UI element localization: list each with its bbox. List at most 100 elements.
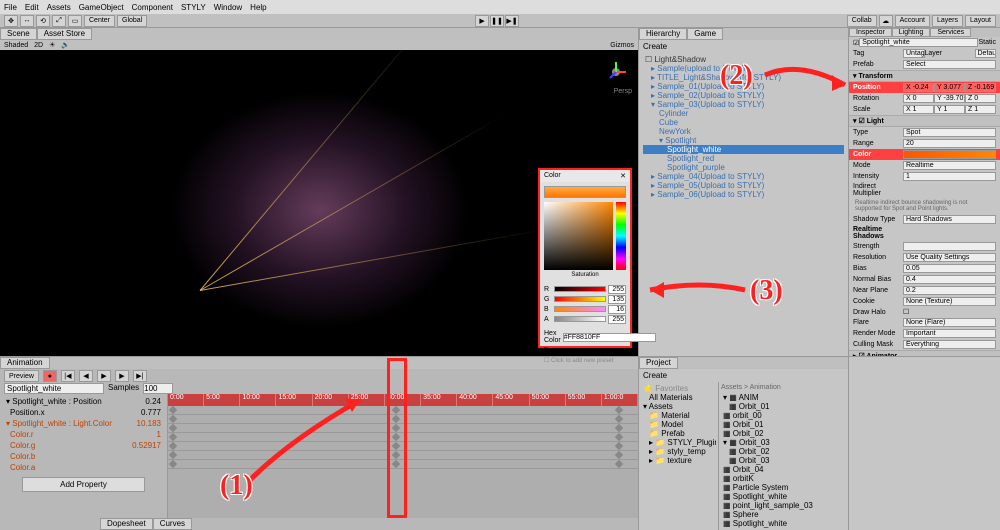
tab-project[interactable]: Project [639,357,678,369]
shadow-bias[interactable]: 0.05 [903,264,996,273]
pos-z[interactable]: Z -0.169 [965,83,996,92]
menu-help[interactable]: Help [250,3,266,12]
last-frame-button[interactable]: ▶| [133,370,147,382]
menu-gameobject[interactable]: GameObject [79,3,124,12]
rotate-tool[interactable]: ⟲ [36,15,50,27]
file-item[interactable]: ▦ Sphere [721,510,846,519]
file-item[interactable]: ▦ Orbit_01 [721,420,846,429]
space-toggle[interactable]: Global [117,15,147,27]
light-type[interactable]: Spot [903,128,996,137]
light-flare[interactable]: None (Flare) [903,318,996,327]
tree-folder[interactable]: ▸ 📁 texture [641,456,716,465]
anim-prop-position[interactable]: ▾ Spotlight_white : Position0.24 [2,396,165,407]
hue-slider[interactable] [616,202,626,270]
tab-animation[interactable]: Animation [0,357,50,369]
tab-scene[interactable]: Scene [0,28,37,40]
anim-prop-sub[interactable]: Color.r1 [2,429,165,440]
scale-tool[interactable]: ⤢ [52,15,66,27]
layers-dropdown[interactable]: Layers [932,15,963,27]
lighting-icon[interactable]: ☀ [49,41,55,49]
tree-favorites[interactable]: ⭐ Favorites [641,384,716,393]
move-tool[interactable]: ↔ [20,15,34,27]
render-mode[interactable]: Important [903,329,996,338]
file-item[interactable]: ▦ Orbit_02 [721,447,846,456]
animator-header[interactable]: ▸ ☑ Animator [849,350,1000,356]
tab-game[interactable]: Game [687,28,723,40]
b-value[interactable]: 16 [608,305,626,314]
project-breadcrumb[interactable]: Assets > Animation [721,384,846,393]
menu-component[interactable]: Component [132,3,173,12]
tree-folder[interactable]: 📁 Prefab [641,429,716,438]
file-item[interactable]: ▦ point_light_sample_03 [721,501,846,510]
add-property-button[interactable]: Add Property [22,477,145,492]
a-slider[interactable] [554,316,606,322]
file-item[interactable]: ▦ Orbit_01 [721,402,846,411]
play-anim-button[interactable]: ▶ [97,370,111,382]
tree-folder[interactable]: 📁 Material [641,411,716,420]
tree-item[interactable]: All Materials [641,393,716,402]
tree-folder[interactable]: ▸ 📁 STYLY_Plugin [641,438,716,447]
first-frame-button[interactable]: |◀ [61,370,75,382]
pause-button[interactable]: ❚❚ [490,15,504,27]
tab-inspector[interactable]: Inspector [849,28,892,37]
shading-mode[interactable]: Shaded [4,42,28,49]
shadow-strength[interactable] [903,242,996,251]
shadow-normal-bias[interactable]: 0.4 [903,275,996,284]
file-item[interactable]: ▦ Orbit_02 [721,429,846,438]
anim-prop-sub[interactable]: Color.b [2,451,165,462]
hierarchy-item[interactable]: Cylinder [643,109,844,118]
shadow-type[interactable]: Hard Shadows [903,215,996,224]
tree-folder[interactable]: ▸ 📁 styly_temp [641,447,716,456]
anim-prop-sub[interactable]: Position.x0.777 [2,407,165,418]
tab-hierarchy[interactable]: Hierarchy [639,28,687,40]
file-item[interactable]: ▦ Spotlight_white [721,492,846,501]
audio-icon[interactable]: 🔊 [61,41,70,49]
preview-button[interactable]: Preview [4,370,39,382]
pos-y[interactable]: Y 3.077 [934,83,965,92]
hierarchy-create[interactable]: Create [639,40,848,53]
g-value[interactable]: 135 [608,295,626,304]
r-slider[interactable] [554,286,606,292]
step-button[interactable]: ▶❚ [505,15,519,27]
pos-x[interactable]: X -0.24 [903,83,934,92]
shadow-resolution[interactable]: Use Quality Settings [903,253,996,262]
light-range[interactable]: 20 [903,139,996,148]
sv-picker[interactable] [544,202,613,270]
file-item[interactable]: ▦ Particle System [721,483,846,492]
tag-dropdown[interactable]: Untagged [903,49,925,58]
orientation-gizmo[interactable] [602,58,630,86]
b-slider[interactable] [554,306,606,312]
color-picker-window[interactable]: Color✕ Saturation R255 G135 B16 A255 Hex… [538,168,632,348]
hierarchy-item[interactable]: ▸ Sample_05(Upload to STYLY) [643,181,844,190]
g-slider[interactable] [554,296,606,302]
prev-key-button[interactable]: ◀ [79,370,93,382]
file-item[interactable]: ▾ ▦ ANIM [721,393,846,402]
a-value[interactable]: 255 [608,315,626,324]
tab-curves[interactable]: Curves [153,518,192,530]
tab-asset-store[interactable]: Asset Store [37,28,92,40]
file-item[interactable]: ▦ Orbit_04 [721,465,846,474]
record-button[interactable]: ● [43,370,57,382]
light-color-field[interactable] [903,150,996,159]
collab-dropdown[interactable]: Collab [847,15,877,27]
hex-field[interactable] [563,333,656,342]
menu-assets[interactable]: Assets [47,3,71,12]
anim-prop-color[interactable]: ▾ Spotlight_white : Light.Color10.183 [2,418,165,429]
samples-field[interactable]: 100 [143,383,173,394]
hierarchy-item[interactable]: NewYork [643,127,844,136]
pivot-toggle[interactable]: Center [84,15,115,27]
next-key-button[interactable]: ▶ [115,370,129,382]
menu-file[interactable]: File [4,3,17,12]
2d-toggle[interactable]: 2D [34,42,43,49]
tab-lighting[interactable]: Lighting [892,28,931,37]
menu-window[interactable]: Window [214,3,242,12]
project-create[interactable]: Create [639,369,848,382]
hierarchy-item[interactable]: ▾ Spotlight [643,136,844,145]
rot-y[interactable]: Y -39.707 [934,94,965,103]
file-item[interactable]: ▦ Orbit_03 [721,456,846,465]
menu-styly[interactable]: STYLY [181,3,206,12]
rot-z[interactable]: Z 0 [965,94,996,103]
hierarchy-item[interactable]: Spotlight_purple [643,163,844,172]
culling-mask[interactable]: Everything [903,340,996,349]
tree-folder[interactable]: 📁 Model [641,420,716,429]
